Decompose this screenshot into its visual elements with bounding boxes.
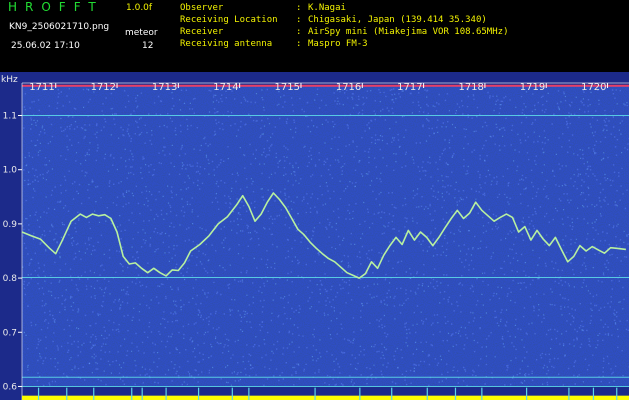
app-title: HROFFT [8,0,104,14]
version-label: 1.0.0f [126,3,153,13]
meteor-label: meteor [125,28,158,38]
info-separator: : [296,39,302,49]
info-value-receiver: AirSpy mini (Miakejima VOR 108.65MHz) [308,27,509,37]
x-tick-label: 1719 [520,82,545,93]
info-key-observer: Observer [180,3,224,13]
x-tick-label: 1713 [152,82,177,93]
x-tick-label: 1720 [581,82,606,93]
datetime-label: 25.06.02 17:10 [11,41,80,51]
x-tick-label: 1712 [91,82,116,93]
x-tick-label: 1715 [275,82,300,93]
info-separator: : [296,3,302,13]
y-tick-label: 0.8 [3,274,18,284]
noise-floor-bar [22,395,629,400]
info-value-location: Chigasaki, Japan (139.414 35.340) [308,15,487,25]
x-tick-label: 1717 [397,82,422,93]
info-value-observer: K.Nagai [308,3,346,13]
meteor-count: 12 [142,41,154,51]
info-key-antenna: Receiving antenna [180,39,273,49]
header-panel: HROFFT 1.0.0f KN9_2506021710.png 25.06.0… [0,0,629,72]
y-tick-label: 1.0 [3,166,18,176]
info-key-receiver: Receiver [180,27,224,37]
info-separator: : [296,27,302,37]
y-axis-unit-label: kHz [1,75,18,85]
info-separator: : [296,15,302,25]
x-tick-label: 1718 [458,82,483,93]
y-tick-label: 0.7 [3,328,17,338]
info-value-antenna: Maspro FM-3 [308,39,368,49]
y-tick-label: 0.6 [3,382,18,392]
x-tick-label: 1711 [29,82,54,93]
y-tick-label: 1.1 [3,112,17,122]
info-key-location: Receiving Location [180,15,278,25]
y-tick-label: 0.9 [3,220,18,230]
plot-noise-texture [22,86,629,386]
x-tick-label: 1714 [213,82,238,93]
spectrogram-chart: 1711 1712 1713 1714 1715 1716 1717 1718 1719 1720… [0,72,629,400]
filename-label: KN9_2506021710.png [9,22,110,32]
x-tick-label: 1716 [336,82,361,93]
